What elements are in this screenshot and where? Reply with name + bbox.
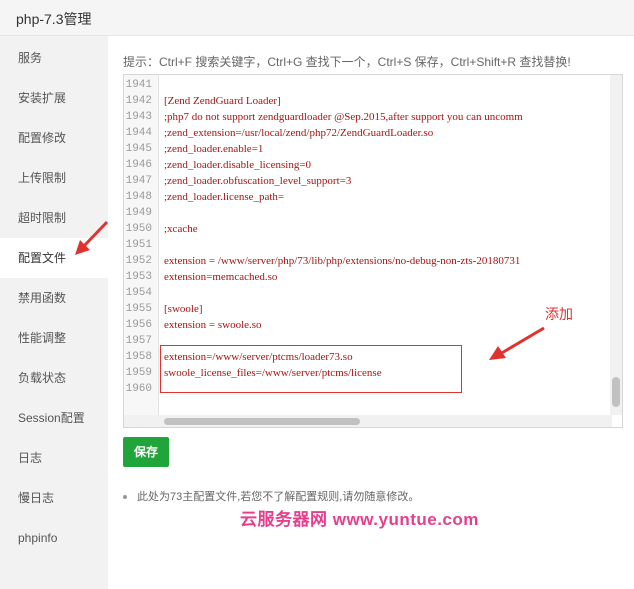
shortcut-tip: 提示：Ctrl+F 搜索关键字，Ctrl+G 查找下一个，Ctrl+S 保存，C… — [123, 55, 571, 69]
line-number: 1957 — [125, 335, 152, 347]
code-line: ;zend_loader.license_path= — [164, 191, 285, 203]
code-line: ;zend_loader.obfuscation_level_support=3 — [164, 175, 352, 187]
line-number: 1941 — [125, 79, 152, 91]
line-number: 1953 — [125, 271, 152, 283]
line-number-gutter: 1941 1942 1943 1944 1945 1946 1947 1948 … — [124, 75, 159, 427]
line-number: 1952 — [125, 255, 152, 267]
sidebar: 服务 安装扩展 配置修改 上传限制 超时限制 配置文件 禁用函数 性能调整 负载… — [0, 36, 108, 589]
line-number: 1944 — [125, 127, 152, 139]
horizontal-scrollbar[interactable] — [124, 415, 612, 427]
sidebar-item-performance[interactable]: 性能调整 — [0, 318, 108, 358]
sidebar-item-disabled-functions[interactable]: 禁用函数 — [0, 278, 108, 318]
sidebar-item-install-extension[interactable]: 安装扩展 — [0, 78, 108, 118]
code-line: ;zend_loader.disable_licensing=0 — [164, 159, 312, 171]
line-number: 1943 — [125, 111, 152, 123]
added-annotation-label: 添加 — [545, 306, 573, 322]
line-number: 1960 — [125, 383, 152, 395]
sidebar-item-session[interactable]: Session配置 — [0, 398, 108, 438]
added-lines-highlight — [160, 345, 462, 393]
code-line: ;php7 do not support zendguardloader @Se… — [164, 111, 523, 123]
sidebar-item-phpinfo[interactable]: phpinfo — [0, 518, 108, 558]
line-number: 1958 — [125, 351, 152, 363]
code-line: extension = swoole.so — [164, 319, 262, 331]
code-line: [Zend ZendGuard Loader] — [164, 95, 281, 107]
code-line: ;xcache — [164, 223, 198, 235]
annotation-arrow-icon — [489, 326, 545, 360]
line-number: 1949 — [125, 207, 152, 219]
vertical-scrollbar[interactable] — [610, 75, 622, 415]
sidebar-item-slow-log[interactable]: 慢日志 — [0, 478, 108, 518]
line-number: 1945 — [125, 143, 152, 155]
line-number: 1955 — [125, 303, 152, 315]
code-line: extension = /www/server/php/73/lib/php/e… — [164, 255, 521, 267]
line-number: 1946 — [125, 159, 152, 171]
sidebar-item-service[interactable]: 服务 — [0, 38, 108, 78]
code-line: extension=memcached.so — [164, 271, 278, 283]
config-warning-note: 此处为73主配置文件,若您不了解配置规则,请勿随意修改。 — [123, 488, 419, 504]
sidebar-item-load-status[interactable]: 负载状态 — [0, 358, 108, 398]
code-line: ;zend_extension=/usr/local/zend/php72/Ze… — [164, 127, 434, 139]
bullet-icon — [123, 495, 127, 500]
horizontal-scroll-thumb[interactable] — [164, 418, 360, 425]
line-number: 1956 — [125, 319, 152, 331]
save-button[interactable]: 保存 — [123, 437, 169, 467]
config-warning-text: 此处为73主配置文件,若您不了解配置规则,请勿随意修改。 — [137, 491, 420, 503]
sidebar-item-config-modify[interactable]: 配置修改 — [0, 118, 108, 158]
line-number: 1959 — [125, 367, 152, 379]
window-title: php-7.3管理 — [16, 11, 92, 27]
line-number: 1947 — [125, 175, 152, 187]
line-number: 1954 — [125, 287, 152, 299]
vertical-scroll-thumb[interactable] — [612, 377, 620, 407]
title-bar: php-7.3管理 — [0, 0, 634, 36]
line-number: 1948 — [125, 191, 152, 203]
line-number: 1942 — [125, 95, 152, 107]
sidebar-item-log[interactable]: 日志 — [0, 438, 108, 478]
watermark: 云服务器网 www.yuntue.com — [240, 510, 479, 529]
code-line: ;zend_loader.enable=1 — [164, 143, 264, 155]
php-manager-window: php-7.3管理 服务 安装扩展 配置修改 上传限制 超时限制 配置文件 禁用… — [0, 0, 634, 589]
sidebar-item-upload-limit[interactable]: 上传限制 — [0, 158, 108, 198]
code-editor[interactable]: 1941 1942 1943 1944 1945 1946 1947 1948 … — [123, 74, 623, 428]
line-number: 1951 — [125, 239, 152, 251]
line-number: 1950 — [125, 223, 152, 235]
sidebar-arrow-icon — [75, 220, 109, 255]
code-line: [swoole] — [164, 303, 203, 315]
